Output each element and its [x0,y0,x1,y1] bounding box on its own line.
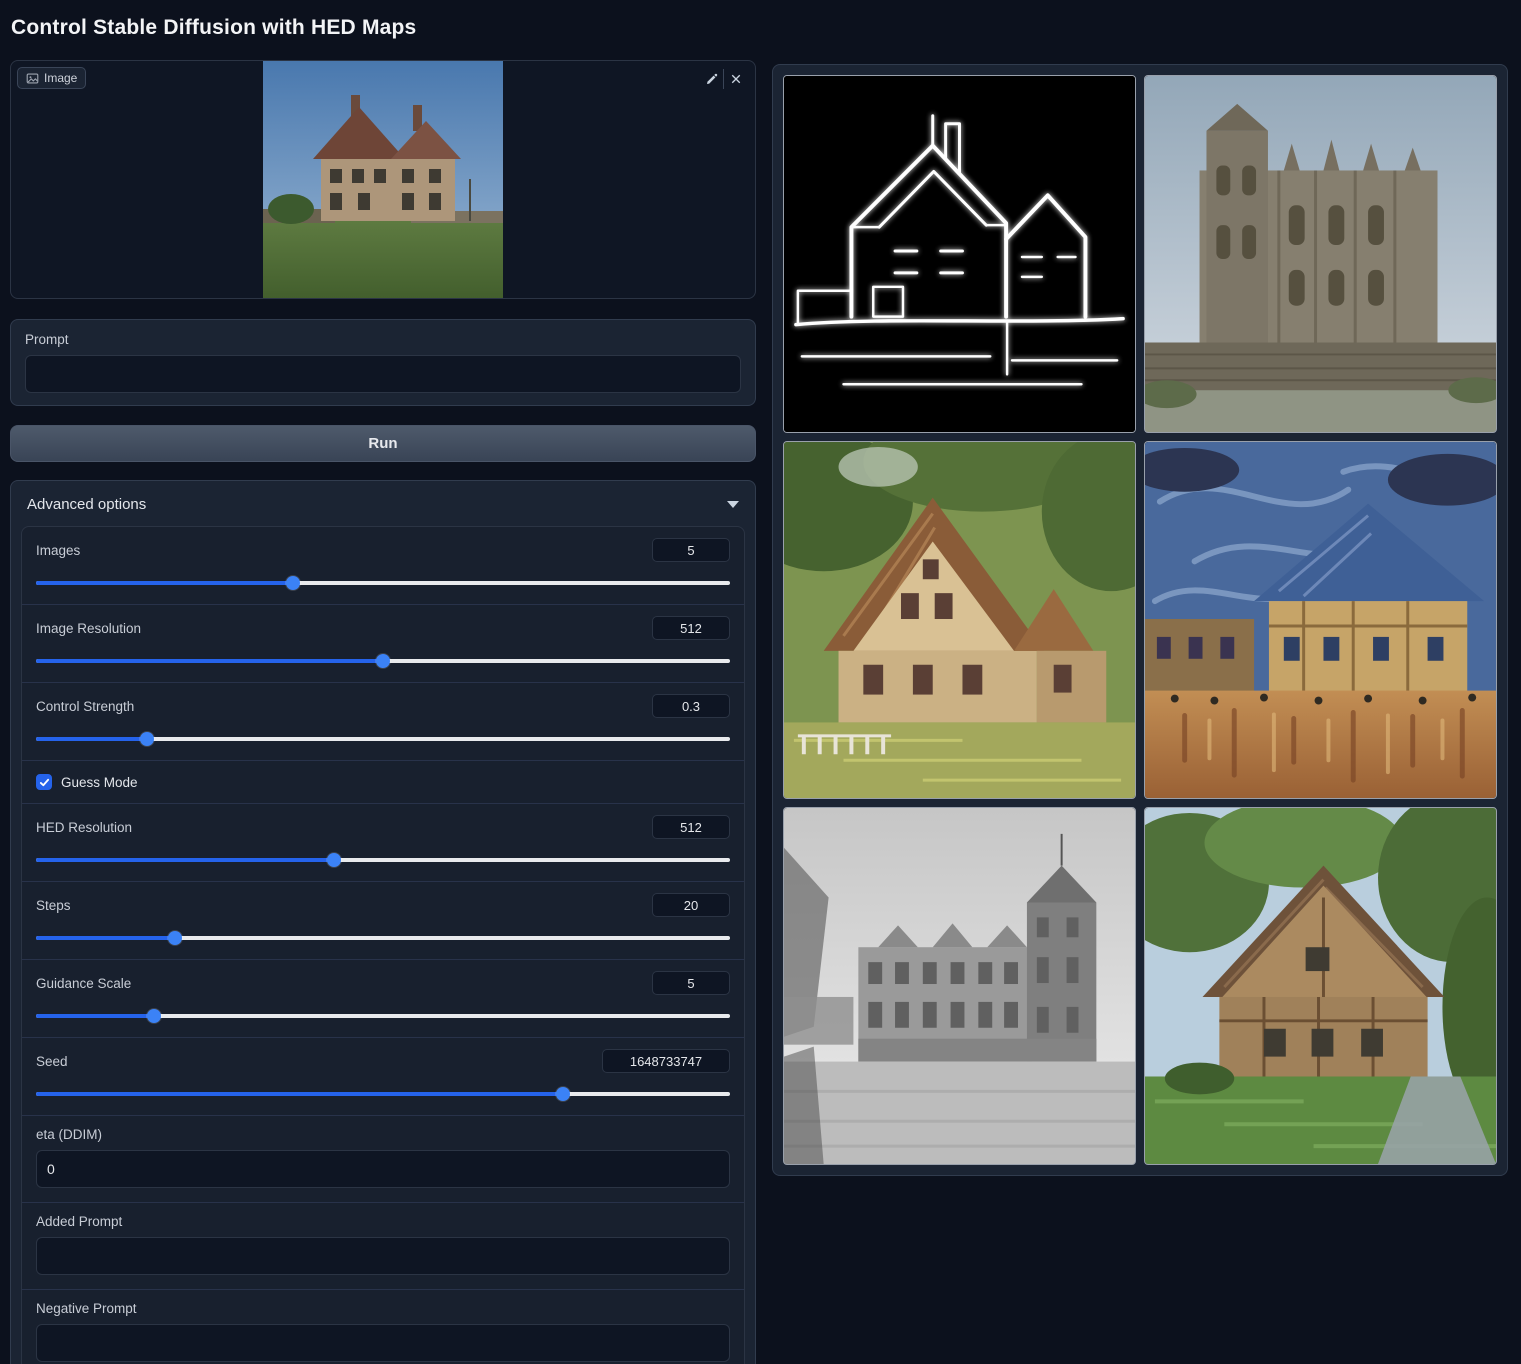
edit-image-button[interactable] [699,69,723,89]
gallery-item-generated-grayscale-building[interactable] [783,807,1136,1165]
images-value[interactable]: 5 [652,538,730,562]
image-resolution-label: Image Resolution [36,621,141,636]
advanced-form: Images 5 Image Resolution 512 [21,526,745,1364]
guidance-scale-slider-handle[interactable] [147,1009,161,1023]
hed-resolution-slider-handle[interactable] [327,853,341,867]
images-label: Images [36,543,80,558]
input-image-panel: Image [10,60,756,299]
gallery-item-generated-cathedral[interactable] [1144,75,1497,433]
close-icon [730,73,742,85]
steps-value[interactable]: 20 [652,893,730,917]
main-layout: Control Stable Diffusion with HED Maps I… [0,0,1521,1364]
right-column [772,64,1508,1364]
guidance-scale-label: Guidance Scale [36,976,131,991]
negative-prompt-row: Negative Prompt [22,1289,744,1364]
eta-label: eta (DDIM) [36,1127,730,1142]
gallery-grid [783,75,1497,1165]
advanced-options-label: Advanced options [27,496,146,513]
image-icon [26,72,39,85]
run-button[interactable]: Run [10,425,756,462]
guidance-scale-slider[interactable] [36,1008,730,1024]
accordion-arrow-icon [727,501,739,508]
pencil-icon [705,73,718,86]
control-strength-slider-handle[interactable] [140,732,154,746]
image-resolution-row: Image Resolution 512 [22,604,744,682]
eta-input[interactable] [36,1150,730,1188]
hed-resolution-value[interactable]: 512 [652,815,730,839]
control-strength-label: Control Strength [36,699,134,714]
hed-resolution-row: HED Resolution 512 [22,803,744,881]
hed-resolution-slider[interactable] [36,852,730,868]
steps-slider-handle[interactable] [168,931,182,945]
added-prompt-row: Added Prompt [22,1202,744,1289]
control-strength-row: Control Strength 0.3 [22,682,744,760]
negative-prompt-label: Negative Prompt [36,1301,730,1316]
eta-row: eta (DDIM) [22,1115,744,1202]
app-page: Control Stable Diffusion with HED Maps I… [0,0,1521,1364]
image-resolution-slider[interactable] [36,653,730,669]
images-slider-handle[interactable] [286,576,300,590]
check-icon [39,777,50,788]
control-strength-slider[interactable] [36,731,730,747]
guess-mode-row: Guess Mode [22,760,744,803]
prompt-input[interactable] [25,355,741,393]
image-label: Image [44,71,77,85]
control-strength-value[interactable]: 0.3 [652,694,730,718]
prompt-label: Prompt [25,332,741,347]
clear-image-button[interactable] [723,69,747,89]
guidance-scale-value[interactable]: 5 [652,971,730,995]
image-resolution-slider-handle[interactable] [376,654,390,668]
image-resolution-value[interactable]: 512 [652,616,730,640]
steps-slider[interactable] [36,930,730,946]
gallery-item-generated-stylized-house[interactable] [1144,441,1497,799]
steps-row: Steps 20 [22,881,744,959]
guess-mode-label: Guess Mode [61,775,138,790]
seed-row: Seed 1648733747 [22,1037,744,1115]
seed-label: Seed [36,1054,68,1069]
image-toolbar [699,69,747,89]
page-title: Control Stable Diffusion with HED Maps [11,16,756,40]
gallery-item-generated-house-painting[interactable] [783,441,1136,799]
images-slider[interactable] [36,575,730,591]
advanced-options-accordion: Advanced options Images 5 [10,480,756,1364]
gallery-item-generated-rustic-house[interactable] [1144,807,1497,1165]
added-prompt-input[interactable] [36,1237,730,1275]
left-column: Control Stable Diffusion with HED Maps I… [10,0,756,1364]
image-label-chip: Image [17,67,86,89]
negative-prompt-input[interactable] [36,1324,730,1362]
seed-slider-handle[interactable] [556,1087,570,1101]
advanced-options-header[interactable]: Advanced options [11,481,755,526]
uploaded-house-image[interactable] [263,61,503,298]
guidance-scale-row: Guidance Scale 5 [22,959,744,1037]
images-row: Images 5 [22,527,744,604]
seed-slider[interactable] [36,1086,730,1102]
hed-resolution-label: HED Resolution [36,820,132,835]
steps-label: Steps [36,898,71,913]
gallery-item-hed-edge-map[interactable] [783,75,1136,433]
guess-mode-checkbox[interactable] [36,774,52,790]
added-prompt-label: Added Prompt [36,1214,730,1229]
prompt-panel: Prompt [10,319,756,406]
output-gallery [772,64,1508,1176]
seed-value[interactable]: 1648733747 [602,1049,730,1073]
